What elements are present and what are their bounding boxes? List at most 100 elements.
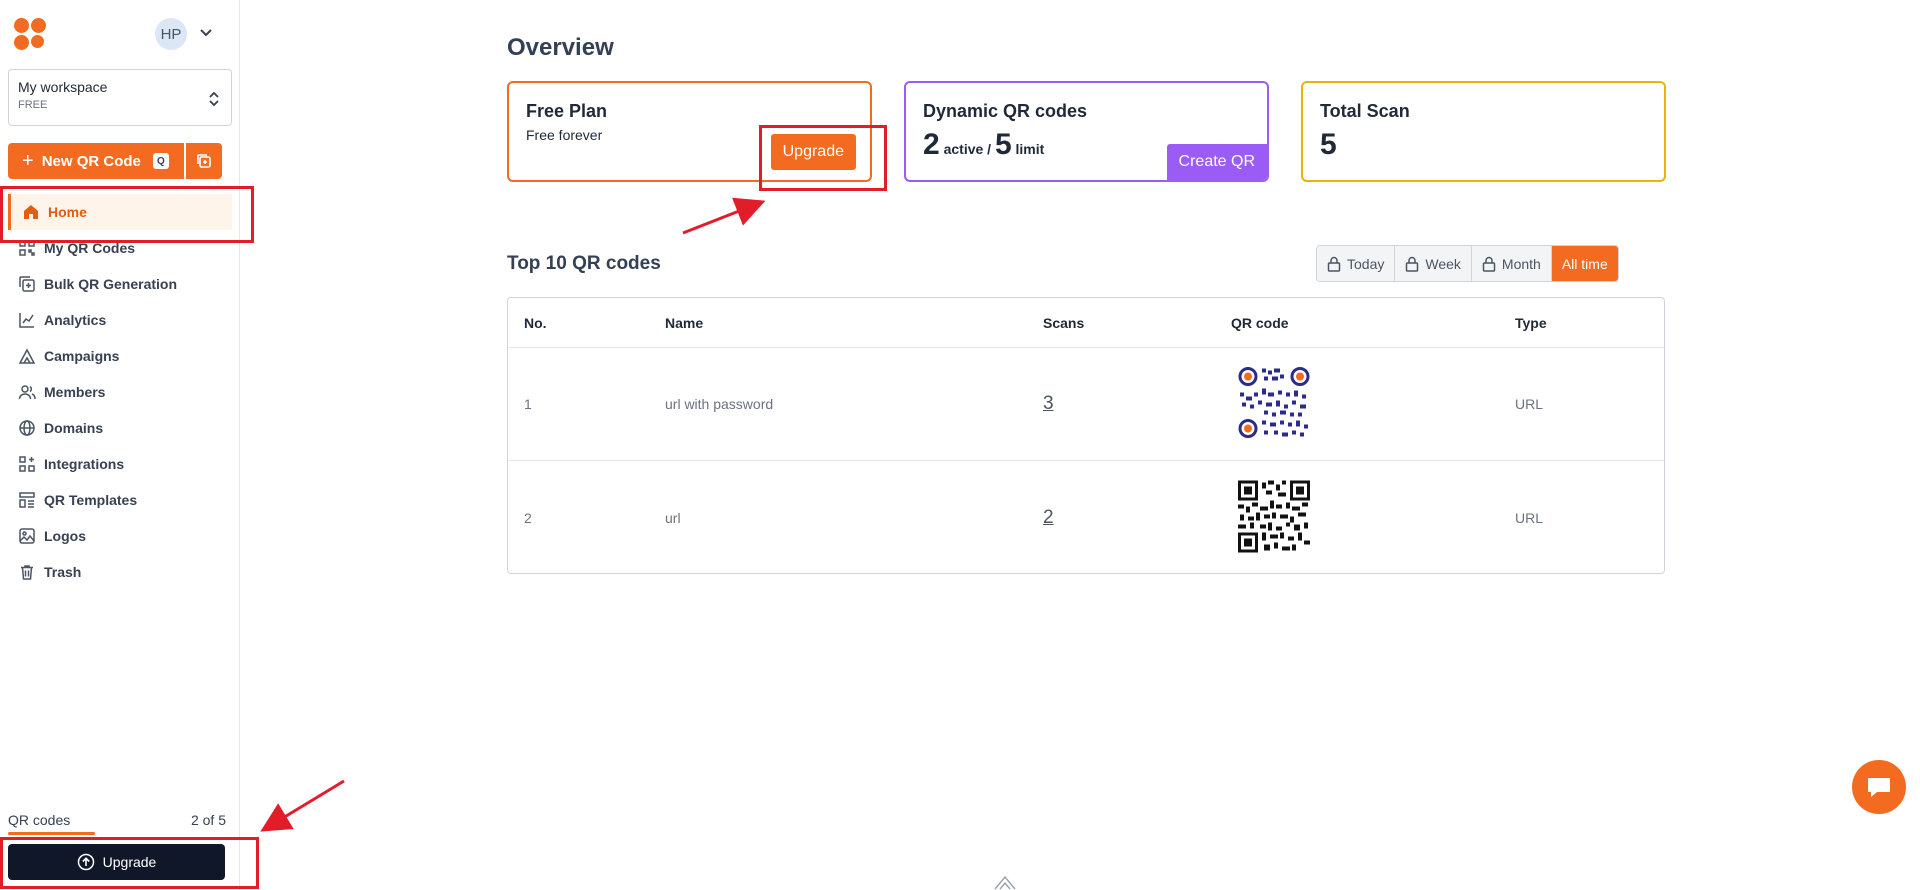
sidebar-item-label: Domains — [44, 420, 104, 436]
new-qr-code-button[interactable]: + New QR Code Q — [8, 143, 184, 179]
sidebar-item-label: QR Templates — [44, 492, 138, 508]
sidebar-item-label: Trash — [44, 564, 82, 580]
filter-month[interactable]: Month — [1471, 246, 1552, 281]
members-icon — [18, 385, 36, 400]
analytics-icon — [19, 313, 34, 328]
chevron-updown-icon — [209, 91, 219, 107]
workspace-selector[interactable]: My workspace FREE — [8, 69, 232, 126]
dynamic-title: Dynamic QR codes — [923, 101, 1088, 121]
active-label: active / — [943, 141, 992, 157]
plus-icon: + — [22, 150, 34, 172]
qr-thumbnail[interactable] — [1238, 480, 1310, 555]
top-qr-table: No. Name Scans QR code Type 1 url with p… — [507, 297, 1665, 574]
row-scans-link[interactable]: 2 — [1043, 507, 1054, 529]
workspace-plan: FREE — [18, 99, 48, 111]
total-scan-card: Total Scan 5 — [1301, 81, 1666, 182]
total-scan-value: 5 — [1320, 128, 1337, 161]
sidebar-item-qr-templates[interactable]: QR Templates — [8, 482, 232, 518]
quota-label: QR codes — [8, 812, 71, 828]
qr-code-image — [1238, 480, 1310, 552]
qr-thumbnail[interactable] — [1238, 367, 1310, 442]
filter-label: All time — [1561, 255, 1608, 272]
sidebar-item-trash[interactable]: Trash — [8, 554, 232, 590]
row-name[interactable]: url with password — [665, 396, 773, 412]
new-qr-label: New QR Code — [41, 152, 141, 170]
workspace-name: My workspace — [18, 79, 108, 95]
sidebar-item-label: Logos — [44, 528, 86, 544]
top10-title: Top 10 QR codes — [507, 253, 661, 274]
lock-icon — [1406, 256, 1419, 272]
sidebar-nav: Home My QR Codes Bulk QR Generation Anal… — [8, 194, 232, 590]
filter-week[interactable]: Week — [1395, 246, 1472, 281]
sidebar-item-analytics[interactable]: Analytics — [8, 302, 232, 338]
filter-label: Month — [1501, 255, 1541, 272]
chat-icon — [1868, 778, 1890, 797]
total-scan-title: Total Scan — [1320, 101, 1410, 121]
page-title: Overview — [507, 34, 614, 61]
sidebar-item-campaigns[interactable]: Campaigns — [8, 338, 232, 374]
table-header: No. Name Scans QR code Type — [508, 298, 1664, 348]
avatar[interactable]: HP — [155, 18, 187, 50]
col-scans: Scans — [1043, 314, 1085, 331]
active-count: 2 — [923, 128, 940, 161]
plan-title: Free Plan — [526, 101, 608, 121]
sidebar-item-members[interactable]: Members — [8, 374, 232, 410]
app-logo[interactable] — [14, 16, 50, 52]
row-no: 2 — [524, 509, 532, 526]
col-type: Type — [1515, 314, 1547, 331]
sidebar-item-domains[interactable]: Domains — [8, 410, 232, 446]
shortcut-badge: Q — [152, 153, 169, 169]
sidebar: HP My workspace FREE + New QR Code Q Hom… — [0, 0, 240, 890]
campaign-icon — [18, 348, 36, 364]
sidebar-item-label: Analytics — [44, 312, 107, 328]
sidebar-item-bulk-qr-generation[interactable]: Bulk QR Generation — [8, 266, 232, 302]
trash-icon — [21, 565, 33, 580]
sidebar-item-integrations[interactable]: Integrations — [8, 446, 232, 482]
highlight-box-home — [0, 186, 254, 243]
globe-icon — [19, 420, 35, 436]
col-name: Name — [665, 314, 704, 331]
sidebar-item-label: Campaigns — [44, 348, 120, 364]
table-row[interactable]: 1 url with password 3 URL — [508, 348, 1664, 461]
templates-icon — [19, 492, 35, 508]
filter-label: Today — [1347, 255, 1385, 272]
filter-today[interactable]: Today — [1317, 246, 1396, 281]
table-row[interactable]: 2 url 2 URL — [508, 461, 1664, 574]
highlight-box-plan-upgrade — [759, 125, 887, 191]
sidebar-item-label: Members — [44, 384, 106, 400]
qr-quota: QR codes 2 of 5 — [8, 812, 226, 828]
copy-icon — [197, 154, 211, 168]
sidebar-item-label: Integrations — [44, 456, 125, 472]
sidebar-item-label: Bulk QR Generation — [44, 276, 178, 292]
chevron-down-icon[interactable] — [198, 24, 214, 40]
sidebar-item-logos[interactable]: Logos — [8, 518, 232, 554]
row-scans-link[interactable]: 3 — [1043, 393, 1054, 415]
total-scan-value-wrap: 5 — [1320, 128, 1647, 162]
dynamic-qr-card: Dynamic QR codes 2 active / 5 limit Crea… — [904, 81, 1269, 182]
limit-label: limit — [1015, 141, 1045, 157]
integrations-icon — [19, 456, 35, 472]
create-qr-button[interactable]: Create QR — [1166, 144, 1267, 180]
lock-icon — [1327, 256, 1341, 272]
arrow-to-plan-upgrade — [682, 197, 766, 235]
row-type: URL — [1515, 509, 1544, 526]
filter-all-time[interactable]: All time — [1551, 246, 1618, 281]
row-type: URL — [1515, 396, 1544, 412]
limit-count: 5 — [994, 128, 1012, 161]
brand-footer-icon — [994, 875, 1016, 890]
lock-icon — [1482, 256, 1496, 272]
row-no: 1 — [524, 396, 532, 412]
quota-progress-bar — [8, 832, 95, 835]
row-name[interactable]: url — [665, 510, 681, 526]
qr-code-image — [1238, 367, 1310, 438]
col-qr-code: QR code — [1231, 314, 1289, 331]
arrow-to-sidebar-upgrade — [260, 779, 345, 832]
app-root: HP My workspace FREE + New QR Code Q Hom… — [0, 0, 1920, 890]
filter-label: Week — [1425, 255, 1461, 272]
time-filter-group: Today Week Month All time — [1316, 245, 1619, 282]
highlight-box-sidebar-upgrade — [0, 837, 259, 889]
duplicate-qr-button[interactable] — [186, 143, 222, 179]
chat-widget-button[interactable] — [1852, 760, 1906, 814]
image-icon — [19, 528, 35, 544]
bulk-copy-icon — [19, 276, 35, 292]
